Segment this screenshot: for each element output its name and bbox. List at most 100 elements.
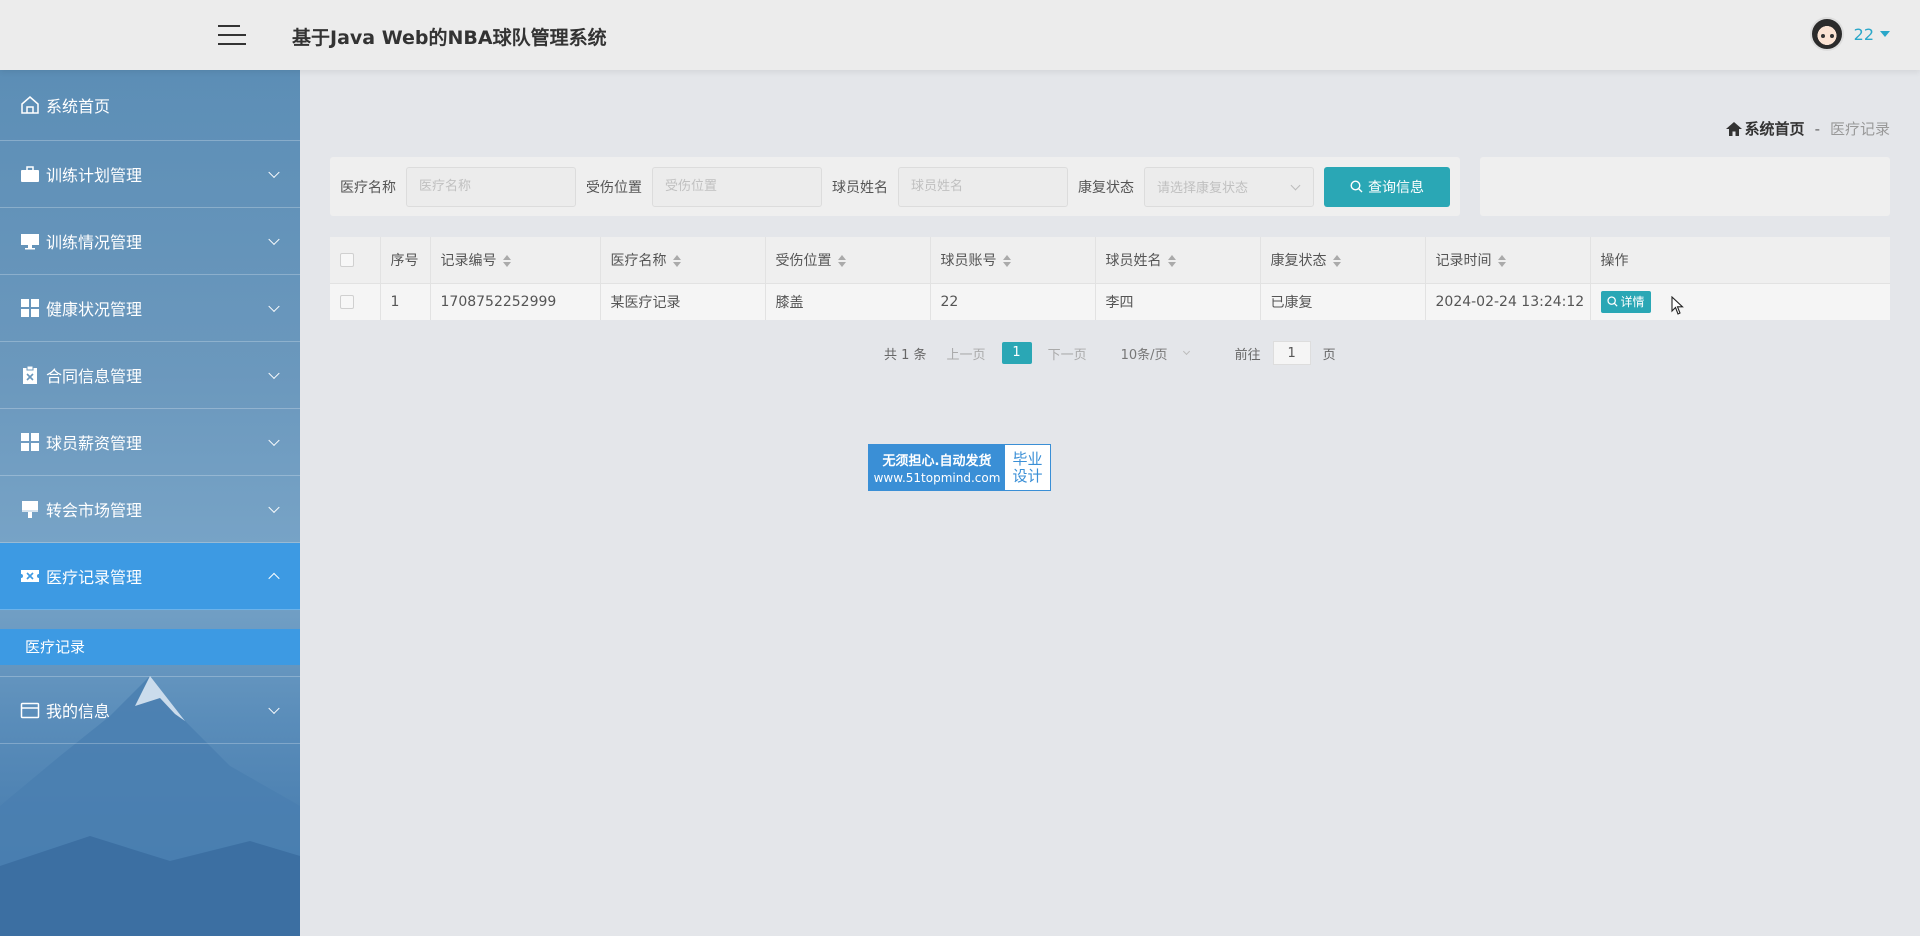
page-size-select[interactable]: 10条/页 xyxy=(1121,344,1201,363)
sidebar-item-training-plan[interactable]: 训练计划管理 xyxy=(0,141,300,208)
sidebar-item-label: 健康状况管理 xyxy=(46,300,143,319)
chevron-down-icon xyxy=(1290,180,1301,190)
chevron-down-icon xyxy=(268,501,280,514)
menu-toggle-icon[interactable] xyxy=(218,22,246,48)
home-icon xyxy=(20,95,40,115)
recovery-status-select[interactable]: 请选择康复状态 xyxy=(1144,166,1314,207)
chevron-down-icon xyxy=(268,233,280,246)
player-name-input[interactable] xyxy=(898,166,1068,207)
prev-page-button[interactable]: 上一页 xyxy=(947,344,986,363)
sidebar-item-label: 球员薪资管理 xyxy=(46,434,143,453)
caret-down-icon[interactable] xyxy=(1880,31,1890,37)
sort-icon[interactable] xyxy=(837,254,846,267)
pagination-total: 共 1 条 xyxy=(884,347,927,363)
breadcrumb-current: 医疗记录 xyxy=(1829,120,1890,138)
sort-icon[interactable] xyxy=(672,254,681,267)
col-action: 操作 xyxy=(1590,237,1890,284)
detail-button-label: 详情 xyxy=(1620,295,1645,310)
goto-page-input[interactable] xyxy=(1272,341,1311,365)
cell-time: 2024-02-24 13:24:12 xyxy=(1425,283,1591,320)
sidebar-item-label: 转会市场管理 xyxy=(46,501,143,520)
row-checkbox[interactable] xyxy=(340,294,354,309)
sidebar-item-label: 系统首页 xyxy=(46,97,111,116)
chevron-up-icon xyxy=(268,572,280,585)
cell-action: 详情 xyxy=(1590,283,1890,320)
row-select-cell[interactable] xyxy=(330,283,381,320)
col-player-name-label: 球员姓名 xyxy=(1105,252,1162,269)
col-status-label: 康复状态 xyxy=(1270,252,1327,269)
grid-icon xyxy=(20,432,40,452)
sort-icon[interactable] xyxy=(1002,254,1011,267)
col-status[interactable]: 康复状态 xyxy=(1260,237,1426,284)
select-all-checkbox[interactable] xyxy=(340,252,354,267)
user-menu[interactable]: 22 xyxy=(1809,17,1890,51)
watermark-right2: 设计 xyxy=(1012,466,1043,485)
sidebar-item-salary[interactable]: 球员薪资管理 xyxy=(0,409,300,476)
search-icon xyxy=(1350,180,1363,193)
sidebar-item-medical[interactable]: 医疗记录管理 xyxy=(0,543,300,610)
col-record-no-label: 记录编号 xyxy=(440,252,497,269)
next-page-button[interactable]: 下一页 xyxy=(1048,344,1087,363)
username[interactable]: 22 xyxy=(1854,25,1874,44)
sort-icon[interactable] xyxy=(502,254,511,267)
cell-index: 1 xyxy=(380,283,431,320)
breadcrumb-home-label[interactable]: 系统首页 xyxy=(1745,118,1805,139)
brush-icon xyxy=(20,499,40,519)
submenu-item-medical-record[interactable]: 医疗记录 xyxy=(0,629,300,665)
col-player-account-label: 球员账号 xyxy=(940,252,997,269)
search-button[interactable]: 查询信息 xyxy=(1324,166,1450,207)
cell-player-name: 李四 xyxy=(1095,283,1261,320)
records-table: 序号 记录编号 医疗名称 受伤位置 球员账号 球员姓名 康复状态 记录时间 操作… xyxy=(330,237,1890,320)
cell-injury-location: 膝盖 xyxy=(765,283,931,320)
col-player-name[interactable]: 球员姓名 xyxy=(1095,237,1261,284)
injury-location-input[interactable] xyxy=(652,166,822,207)
sort-icon[interactable] xyxy=(1167,254,1176,267)
ticket-icon xyxy=(20,566,40,586)
mouse-cursor-icon xyxy=(1671,296,1684,315)
watermark-right1: 毕业 xyxy=(1012,449,1043,468)
chevron-down-icon xyxy=(268,702,280,715)
col-medical-name-label: 医疗名称 xyxy=(610,252,667,269)
sidebar-item-contract[interactable]: 合同信息管理 xyxy=(0,342,300,409)
sidebar-item-transfer[interactable]: 转会市场管理 xyxy=(0,476,300,543)
breadcrumb-separator: - xyxy=(1814,119,1820,138)
medical-name-input[interactable] xyxy=(406,166,576,207)
avatar[interactable] xyxy=(1809,17,1844,51)
sidebar: 系统首页 训练计划管理 训练情况管理 健康状况管理 合同信息管理 球员薪资管理 xyxy=(0,70,300,936)
col-player-account[interactable]: 球员账号 xyxy=(930,237,1096,284)
sort-icon[interactable] xyxy=(1497,254,1506,267)
col-record-no[interactable]: 记录编号 xyxy=(430,237,601,284)
system-title: 基于Java Web的NBA球队管理系统 xyxy=(292,27,607,49)
watermark-line1: 无须担心.自动发货 xyxy=(882,454,992,469)
col-medical-name[interactable]: 医疗名称 xyxy=(600,237,766,284)
col-time[interactable]: 记录时间 xyxy=(1425,237,1591,284)
watermark-badge: 无须担心.自动发货 www.51topmind.com 毕业 设计 xyxy=(868,444,1051,491)
select-all-cell[interactable] xyxy=(330,237,381,284)
page-number-1[interactable]: 1 xyxy=(1001,342,1032,364)
recovery-status-placeholder: 请选择康复状态 xyxy=(1157,181,1249,196)
cell-record-no: 1708752252999 xyxy=(430,283,601,320)
table-header-row: 序号 记录编号 医疗名称 受伤位置 球员账号 球员姓名 康复状态 记录时间 操作 xyxy=(330,237,1890,284)
sidebar-item-label: 训练计划管理 xyxy=(46,166,143,185)
sort-icon[interactable] xyxy=(1332,254,1341,267)
sidebar-item-label: 我的信息 xyxy=(46,702,111,721)
breadcrumb-home[interactable]: 系统首页 xyxy=(1725,118,1805,139)
col-time-label: 记录时间 xyxy=(1435,252,1492,269)
submenu-medical: 医疗记录 xyxy=(0,610,300,677)
page-unit-label: 页 xyxy=(1322,347,1336,363)
chevron-down-icon xyxy=(268,166,280,179)
sidebar-item-my-info[interactable]: 我的信息 xyxy=(0,677,300,744)
wallet-icon xyxy=(20,700,40,720)
sidebar-item-home[interactable]: 系统首页 xyxy=(0,70,300,141)
top-header: 基于Java Web的NBA球队管理系统 22 xyxy=(0,0,1920,70)
col-injury-location[interactable]: 受伤位置 xyxy=(765,237,931,284)
search-button-label: 查询信息 xyxy=(1368,179,1424,196)
detail-button[interactable]: 详情 xyxy=(1600,290,1651,313)
recovery-status-label: 康复状态 xyxy=(1078,179,1134,196)
chevron-down-icon xyxy=(268,367,280,380)
player-name-label: 球员姓名 xyxy=(832,179,888,196)
sidebar-item-health[interactable]: 健康状况管理 xyxy=(0,275,300,342)
cell-medical-name: 某医疗记录 xyxy=(600,283,766,320)
sidebar-item-training-status[interactable]: 训练情况管理 xyxy=(0,208,300,275)
watermark-right: 毕业 设计 xyxy=(1005,445,1050,490)
